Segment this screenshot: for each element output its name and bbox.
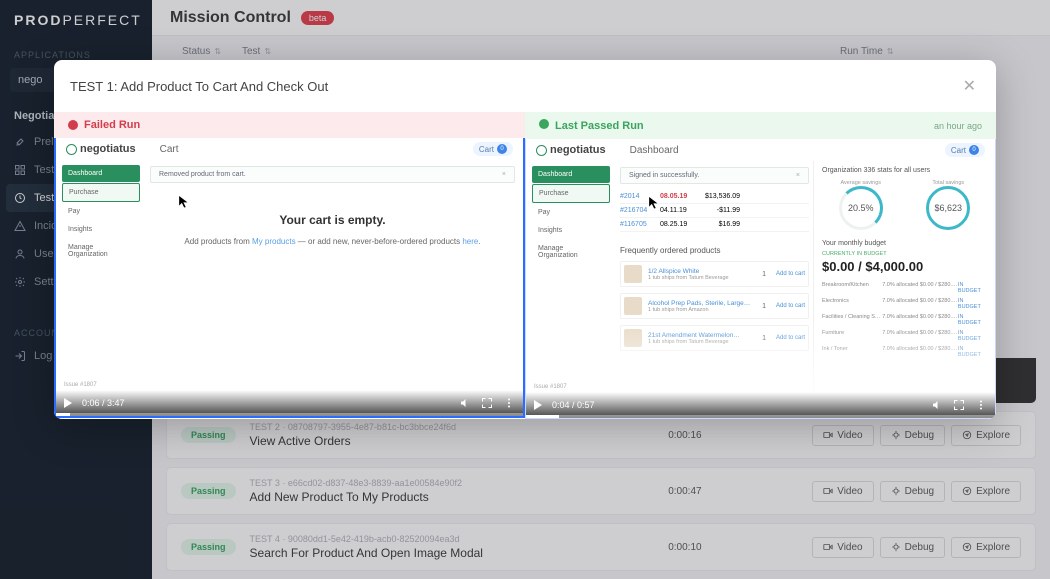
cart-chip: Cart0	[473, 142, 513, 156]
app-nav: Dashboard Purchase Pay Insights Manage O…	[526, 161, 612, 392]
budget-line: Facilities / Cleaning Supplies7.0% alloc…	[822, 312, 987, 328]
donut-chart-icon: $6,623	[926, 186, 970, 230]
app-nav: Dashboard Purchase Pay Insights Manage O…	[56, 160, 142, 390]
budget-line: Ink / Toner7.0% allocated $0.00 / $280.0…	[822, 344, 987, 360]
nav-purchase: Purchase	[62, 183, 140, 202]
issue-label: Issue #1807	[64, 382, 97, 388]
logo-mark-icon	[536, 145, 547, 156]
nav-dashboard: Dashboard	[62, 165, 140, 182]
play-icon[interactable]	[64, 398, 72, 408]
seek-bar[interactable]	[56, 413, 523, 416]
logo-mark-icon	[66, 144, 77, 155]
budget-line: Electronics7.0% allocated $0.00 / $280.0…	[822, 296, 987, 312]
section-heading: Frequently ordered products	[620, 246, 809, 255]
passed-pane: Last Passed Run an hour ago negotiatus D…	[525, 112, 996, 419]
negotiatus-logo: negotiatus	[536, 144, 606, 156]
modal-header: TEST 1: Add Product To Cart And Check Ou…	[54, 60, 996, 112]
budget-line: Furniture7.0% allocated $0.00 / $280.00I…	[822, 328, 987, 344]
table-row: #21670404.11.19-$11.99	[620, 204, 809, 218]
test-detail-modal: TEST 1: Add Product To Cart And Check Ou…	[54, 60, 996, 419]
stats-panel: Organization 336 stats for all users Ave…	[813, 161, 995, 392]
fail-dot-icon	[68, 120, 78, 130]
table-row: #201408.05.19$13,536.09	[620, 190, 809, 204]
more-icon[interactable]	[975, 399, 987, 411]
cart-chip: Cart0	[945, 143, 985, 157]
donut-chart-icon: 20.5%	[839, 186, 883, 230]
failed-header: Failed Run	[54, 112, 525, 138]
toast: Removed product from cart.×	[150, 166, 515, 183]
nav-manage: Manage Organization	[532, 240, 610, 264]
fullscreen-icon[interactable]	[953, 399, 965, 411]
product-item: Alcohol Prep Pads, Sterile, Large…1 tub …	[620, 293, 809, 319]
breadcrumb: Dashboard	[630, 145, 679, 156]
nav-manage: Manage Organization	[62, 239, 140, 263]
modal-title: TEST 1: Add Product To Cart And Check Ou…	[70, 79, 328, 94]
product-item: 21st Amendment Watermelon…1 tub ships fr…	[620, 325, 809, 351]
close-icon[interactable]: ✕	[959, 72, 980, 100]
passed-header: Last Passed Run an hour ago	[525, 112, 996, 139]
negotiatus-logo: negotiatus	[66, 143, 136, 155]
product-thumb-icon	[624, 297, 642, 315]
nav-insights: Insights	[62, 221, 140, 238]
modal-overlay[interactable]: TEST 1: Add Product To Cart And Check Ou…	[0, 0, 1050, 579]
nav-purchase: Purchase	[532, 184, 610, 203]
seek-bar[interactable]	[526, 415, 995, 418]
failed-video[interactable]: negotiatus Cart Cart0 Dashboard Purchase…	[54, 138, 525, 418]
more-icon[interactable]	[503, 397, 515, 409]
issue-label: Issue #1807	[534, 384, 567, 390]
product-item: 1/2 Allspice White1 tub ships from Tatum…	[620, 261, 809, 287]
close-icon: ×	[796, 172, 800, 179]
play-icon[interactable]	[534, 400, 542, 410]
breadcrumb: Cart	[160, 144, 179, 155]
table-row: #11670508.25.19$16.99	[620, 218, 809, 232]
toast: Signed in successfully.×	[620, 167, 809, 184]
failed-pane: Failed Run negotiatus Cart Cart0 Dashboa…	[54, 112, 525, 419]
empty-cart-sub: Add products from My products — or add n…	[150, 237, 515, 246]
nav-pay: Pay	[532, 204, 610, 221]
video-time: 0:06 / 3:47	[82, 398, 125, 408]
passed-video[interactable]: negotiatus Dashboard Cart0 Dashboard Pur…	[525, 139, 996, 419]
product-thumb-icon	[624, 329, 642, 347]
pass-dot-icon	[539, 119, 549, 129]
budget-line: Breakroom/Kitchen7.0% allocated $0.00 / …	[822, 280, 987, 296]
empty-cart-title: Your cart is empty.	[150, 213, 515, 227]
volume-icon[interactable]	[931, 399, 943, 411]
nav-dashboard: Dashboard	[532, 166, 610, 183]
nav-pay: Pay	[62, 203, 140, 220]
fullscreen-icon[interactable]	[481, 397, 493, 409]
product-thumb-icon	[624, 265, 642, 283]
volume-icon[interactable]	[459, 397, 471, 409]
close-icon: ×	[502, 171, 506, 178]
nav-insights: Insights	[532, 222, 610, 239]
video-time: 0:04 / 0:57	[552, 400, 595, 410]
